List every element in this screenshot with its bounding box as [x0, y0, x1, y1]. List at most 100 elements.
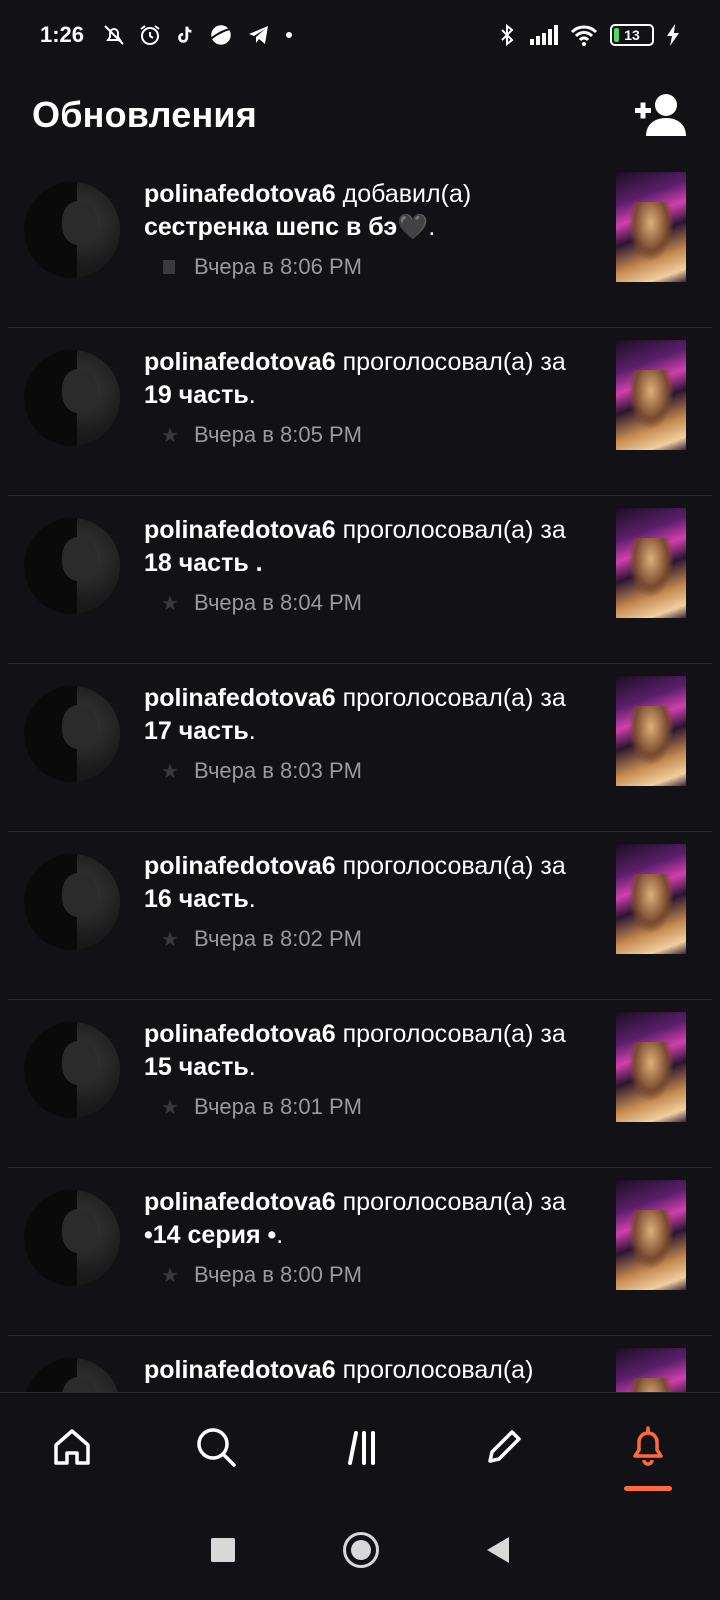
feed-item-target[interactable]: сестренка шепс в бэ🖤 — [144, 213, 428, 241]
story-cover[interactable] — [616, 676, 686, 786]
feed-item-time: Вчера в 8:03 PM — [194, 758, 362, 783]
nav-notifications[interactable] — [598, 1393, 698, 1501]
story-cover[interactable] — [616, 172, 686, 282]
feed-item-prefix: за — [540, 516, 566, 544]
feed-item-user[interactable]: polinafedotova6 — [144, 684, 336, 712]
feed-item-action: добавил(а) — [342, 180, 472, 208]
status-time: 1:26 — [40, 22, 85, 47]
feed-item-prefix: за — [540, 1020, 566, 1048]
avatar[interactable] — [24, 182, 120, 278]
home-icon — [50, 1425, 94, 1469]
feed-item[interactable]: polinafedotova6 добавил(а) сестренка шеп… — [8, 160, 712, 328]
feed-item-meta: ★ Вчера в 8:04 PM — [160, 590, 362, 616]
feed-item[interactable]: polinafedotova6 проголосовал(а) за 17 ча… — [8, 664, 712, 832]
feed-item-action: проголосовал(а) — [342, 1188, 534, 1216]
feed-item-suffix: . — [248, 885, 256, 913]
feed-item-user[interactable]: polinafedotova6 — [144, 180, 336, 208]
nav-write[interactable] — [454, 1393, 554, 1501]
feed-item-action: проголосовал(а) — [342, 1020, 534, 1048]
nav-home[interactable] — [22, 1393, 122, 1501]
battery-level: 13 — [624, 27, 640, 43]
home-button[interactable] — [343, 1532, 379, 1568]
feed-item-meta: ★ Вчера в 8:01 PM — [160, 1094, 362, 1120]
feed-item-time: Вчера в 8:05 PM — [194, 422, 362, 447]
nav-search[interactable] — [166, 1393, 266, 1501]
battery-icon: 13 — [610, 24, 654, 46]
recents-button[interactable] — [211, 1538, 235, 1562]
feed-item-text: polinafedotova6 проголосовал(а) за •14 с… — [144, 1186, 599, 1252]
feed-item-text: polinafedotova6 добавил(а) сестренка шеп… — [144, 178, 599, 244]
feed-item[interactable]: polinafedotova6 проголосовал(а) — [8, 1336, 712, 1392]
star-icon: ★ — [161, 592, 179, 615]
feed-item-user[interactable]: polinafedotova6 — [144, 348, 336, 376]
feed-item-text: polinafedotova6 проголосовал(а) за 19 ча… — [144, 346, 599, 412]
star-icon: ★ — [161, 1096, 179, 1119]
story-cover[interactable] — [616, 340, 686, 450]
feed-item-target[interactable]: 18 часть . — [144, 549, 263, 577]
avatar[interactable] — [24, 350, 120, 446]
tiktok-icon — [174, 24, 196, 46]
feed-item-user[interactable]: polinafedotova6 — [144, 852, 336, 880]
feed-item-user[interactable]: polinafedotova6 — [144, 516, 336, 544]
feed-item-target[interactable]: 17 часть — [144, 717, 249, 745]
nav-library[interactable] — [310, 1393, 410, 1501]
story-cover[interactable] — [616, 844, 686, 954]
star-icon: ★ — [161, 424, 179, 447]
feed-item-time: Вчера в 8:06 PM — [194, 254, 362, 279]
feed-item-action: проголосовал(а) — [342, 516, 534, 544]
bottom-nav — [0, 1392, 720, 1501]
feed-item-meta: ★ Вчера в 8:05 PM — [160, 422, 362, 448]
search-icon — [194, 1425, 238, 1469]
notifications-icon — [625, 1424, 671, 1470]
avatar[interactable] — [24, 686, 120, 782]
feed-item-suffix: . — [276, 1221, 284, 1249]
feed-item[interactable]: polinafedotova6 проголосовал(а) за •14 с… — [8, 1168, 712, 1336]
feed-item-text: polinafedotova6 проголосовал(а) за 18 ча… — [144, 514, 599, 580]
story-cover[interactable] — [616, 1012, 686, 1122]
avatar[interactable] — [24, 1022, 120, 1118]
active-tab-indicator — [624, 1486, 672, 1491]
avatar[interactable] — [24, 1190, 120, 1286]
avatar[interactable] — [24, 1358, 120, 1392]
star-icon: ★ — [161, 760, 179, 783]
wifi-icon — [570, 24, 598, 46]
back-button[interactable] — [487, 1537, 509, 1563]
feed-item-prefix: за — [540, 852, 566, 880]
feed-item-time: Вчера в 8:02 PM — [194, 926, 362, 951]
feed-item[interactable]: polinafedotova6 проголосовал(а) за 15 ча… — [8, 1000, 712, 1168]
story-cover[interactable] — [616, 508, 686, 618]
battery-fill — [614, 28, 619, 42]
feed-item-suffix: . — [248, 381, 256, 409]
feed-item-meta: ★ Вчера в 8:03 PM — [160, 758, 362, 784]
story-cover[interactable] — [616, 1180, 686, 1290]
feed-item-user[interactable]: polinafedotova6 — [144, 1356, 336, 1384]
feed-item-text: polinafedotova6 проголосовал(а) — [144, 1354, 599, 1387]
feed-item-action: проголосовал(а) — [342, 684, 534, 712]
feed-item-suffix: . — [428, 213, 436, 241]
page-title: Обновления — [32, 94, 257, 135]
feed-item-user[interactable]: polinafedotova6 — [144, 1020, 336, 1048]
feed-item-action: проголосовал(а) — [342, 1356, 534, 1384]
avatar[interactable] — [24, 518, 120, 614]
planet-icon — [208, 22, 234, 48]
avatar[interactable] — [24, 854, 120, 950]
feed-item[interactable]: polinafedotova6 проголосовал(а) за 16 ча… — [8, 832, 712, 1000]
feed-item-time: Вчера в 8:00 PM — [194, 1262, 362, 1287]
header: Обновления — [0, 70, 720, 160]
feed-item-suffix: . — [248, 1053, 256, 1081]
feed-item-target[interactable]: 19 часть — [144, 381, 249, 409]
updates-feed: polinafedotova6 добавил(а) сестренка шеп… — [0, 160, 720, 1392]
feed-item-meta: Вчера в 8:06 PM — [160, 254, 362, 280]
add-user-icon[interactable] — [632, 92, 688, 138]
feed-item-target[interactable]: 15 часть — [144, 1053, 249, 1081]
status-right: 13 — [498, 23, 680, 47]
feed-item-text: polinafedotova6 проголосовал(а) за 16 ча… — [144, 850, 599, 916]
story-cover[interactable] — [616, 1348, 686, 1392]
feed-item[interactable]: polinafedotova6 проголосовал(а) за 19 ча… — [8, 328, 712, 496]
feed-item-target[interactable]: 16 часть — [144, 885, 249, 913]
feed-item-user[interactable]: polinafedotova6 — [144, 1188, 336, 1216]
feed-item-target[interactable]: •14 серия • — [144, 1221, 276, 1249]
feed-item-action: проголосовал(а) — [342, 348, 534, 376]
feed-item[interactable]: polinafedotova6 проголосовал(а) за 18 ча… — [8, 496, 712, 664]
feed-item-time: Вчера в 8:04 PM — [194, 590, 362, 615]
